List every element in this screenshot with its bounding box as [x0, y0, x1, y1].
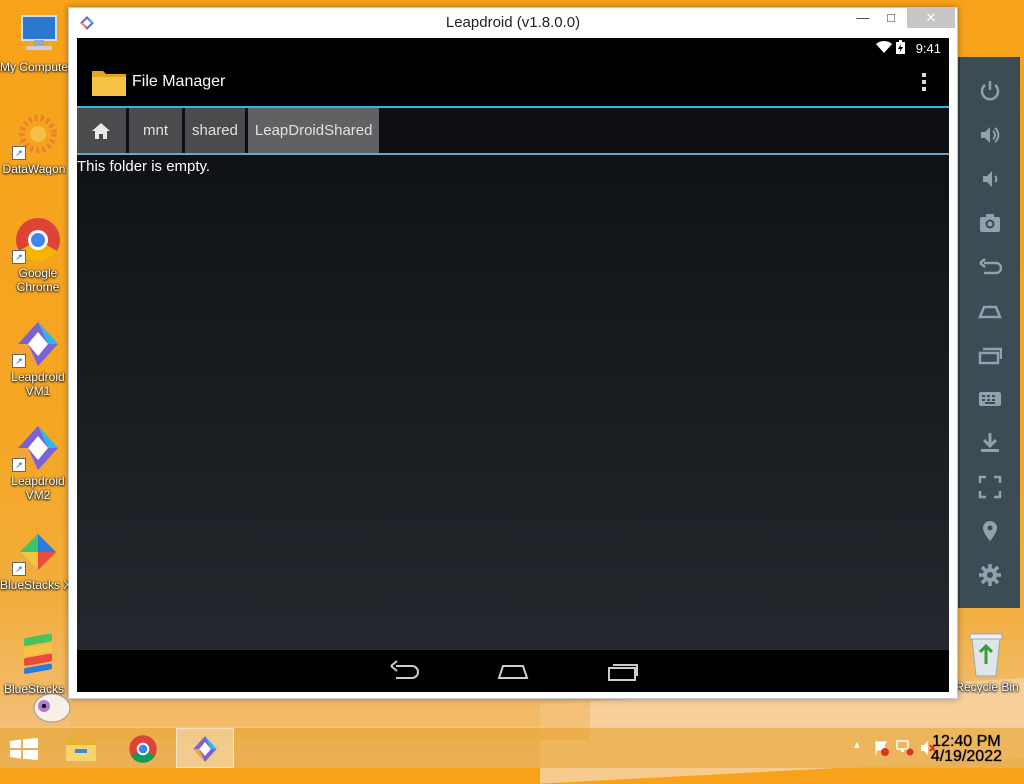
breadcrumb-item-mnt[interactable]: mnt: [129, 108, 183, 153]
desktop-icon-bluestacks-x[interactable]: ↗ BlueStacks X: [0, 528, 76, 592]
taskbar-clock[interactable]: 12:40 PM 4/19/2022: [930, 733, 1002, 765]
overflow-menu-icon[interactable]: [921, 72, 927, 92]
taskbar-chrome[interactable]: [114, 728, 172, 768]
android-screen[interactable]: 9:41 File Manager mnt shared LeapDroidSh…: [77, 38, 949, 692]
keyboard-icon[interactable]: [978, 387, 1002, 411]
volume-down-icon[interactable]: [978, 167, 1002, 191]
desktop-icon-leapdroid-vm2[interactable]: ↗ Leapdroid VM2: [0, 424, 76, 502]
desktop-icon-label: My Computer: [0, 60, 68, 74]
folder-icon: [92, 71, 126, 96]
shortcut-arrow-icon: ↗: [12, 146, 26, 160]
power-icon[interactable]: [978, 79, 1002, 103]
action-center-flag-icon[interactable]: [874, 740, 890, 756]
android-action-bar: File Manager: [77, 58, 949, 108]
desktop-icon-google-chrome[interactable]: ↗ Google Chrome: [0, 216, 76, 294]
leapdroid-icon: [193, 736, 217, 762]
clock-time: 12:40 PM: [932, 733, 1001, 750]
empty-folder-message: This folder is empty.: [77, 158, 211, 175]
desktop-icon-label: Google Chrome: [16, 266, 60, 294]
shortcut-arrow-icon: ↗: [12, 250, 26, 264]
chrome-icon: [129, 735, 157, 763]
minimize-button[interactable]: —: [849, 8, 877, 28]
android-status-bar: 9:41: [77, 38, 949, 58]
window-titlebar[interactable]: Leapdroid (v1.8.0.0) — □ ✕: [69, 8, 957, 38]
home-icon[interactable]: [978, 299, 1002, 323]
nav-home-icon[interactable]: [497, 660, 529, 682]
home-icon: [92, 123, 110, 139]
file-explorer-icon: [66, 738, 96, 761]
leapdroid-side-toolbar: [958, 57, 1020, 608]
maximize-button[interactable]: □: [877, 8, 905, 28]
breadcrumb-item-leapdroidshared[interactable]: LeapDroidShared: [247, 108, 380, 153]
clock-date: 4/19/2022: [930, 748, 1002, 765]
android-navigation-bar: [77, 650, 949, 692]
camera-icon[interactable]: [978, 211, 1002, 235]
breadcrumb: mnt shared LeapDroidShared: [77, 108, 949, 155]
leapdroid-window: Leapdroid (v1.8.0.0) — □ ✕ 9:41 File Man…: [68, 7, 958, 699]
back-icon[interactable]: [978, 255, 1002, 279]
taskbar-leapdroid[interactable]: [176, 728, 234, 768]
battery-icon: [896, 40, 905, 54]
window-title: Leapdroid (v1.8.0.0): [445, 14, 581, 31]
desktop-icon-label: Leapdroid VM2: [11, 474, 65, 502]
desktop-icon-label: DataWagon: [2, 162, 66, 176]
desktop-icon-bluestacks[interactable]: BlueStacks: [0, 632, 76, 696]
shortcut-arrow-icon: ↗: [12, 562, 26, 576]
desktop-icon-label: Recycle Bin: [955, 680, 1019, 694]
volume-up-icon[interactable]: [978, 123, 1002, 147]
close-button[interactable]: ✕: [907, 8, 955, 28]
bluestacks-icon: [24, 633, 52, 674]
desktop-icon-label: BlueStacks: [3, 682, 65, 696]
desktop-icon-leapdroid-vm1[interactable]: ↗ Leapdroid VM1: [0, 320, 76, 398]
show-hidden-icons-chevron-icon[interactable]: ▲: [852, 740, 862, 751]
location-icon[interactable]: [978, 519, 1002, 543]
desktop-icon-recycle-bin[interactable]: Recycle Bin: [948, 630, 1024, 694]
computer-icon: [21, 15, 57, 50]
desktop-icon-label: BlueStacks X: [0, 578, 68, 592]
recycle-bin-icon: [969, 633, 1003, 677]
download-apk-icon[interactable]: [978, 431, 1002, 455]
desktop-icon-my-computer[interactable]: My Computer: [0, 10, 76, 74]
recent-apps-icon[interactable]: [978, 343, 1002, 367]
android-status-time: 9:41: [915, 41, 941, 56]
wifi-icon: [876, 40, 892, 53]
fullscreen-icon[interactable]: [978, 475, 1002, 499]
nav-recent-apps-icon[interactable]: [607, 660, 639, 682]
app-title: File Manager: [132, 73, 226, 90]
taskbar-file-explorer[interactable]: [52, 728, 110, 768]
shortcut-arrow-icon: ↗: [12, 458, 26, 472]
taskbar: ▲ 12:40 PM 4/19/2022: [0, 727, 1024, 768]
desktop-icon-label: Leapdroid VM1: [11, 370, 65, 398]
settings-gear-icon[interactable]: [978, 563, 1002, 587]
network-icon[interactable]: [896, 740, 914, 756]
breadcrumb-item-shared[interactable]: shared: [185, 108, 245, 153]
breadcrumb-home[interactable]: [77, 108, 126, 153]
windows-start-icon[interactable]: [10, 738, 38, 760]
shortcut-arrow-icon: ↗: [12, 354, 26, 368]
desktop-icon-datawagon[interactable]: ↗ DataWagon: [0, 112, 76, 176]
nav-back-icon[interactable]: [388, 660, 420, 682]
